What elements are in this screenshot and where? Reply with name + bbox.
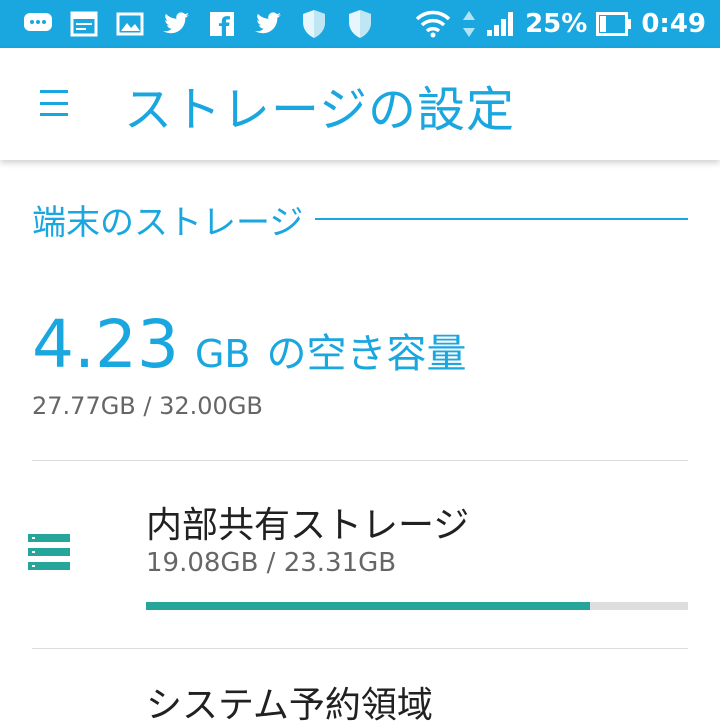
battery-icon <box>595 8 633 40</box>
shield-icon <box>298 8 330 40</box>
used-total: 27.77GB / 32.00GB <box>32 392 263 420</box>
data-activity-icon <box>461 8 477 40</box>
storage-usage-bar-fill <box>146 602 590 610</box>
free-space-number: 4.23 <box>32 306 179 383</box>
twitter-icon <box>252 8 284 40</box>
divider <box>32 648 688 649</box>
storage-item-internal[interactable]: 内部共有ストレージ 19.08GB / 23.31GB <box>0 462 720 648</box>
calendar-icon <box>68 8 100 40</box>
chat-bubble-icon <box>22 8 54 40</box>
free-space-summary: 4.23 GB の空き容量 <box>32 306 467 383</box>
signal-icon <box>485 8 517 40</box>
page-title: ストレージの設定 <box>124 82 516 138</box>
storage-icon <box>28 534 70 570</box>
storage-item-usage: 19.08GB / 23.31GB <box>146 548 397 578</box>
status-bar: 25% 0:49 <box>0 0 720 48</box>
storage-item-title: 内部共有ストレージ <box>146 505 470 546</box>
storage-usage-bar <box>146 602 688 610</box>
section-header: 端末のストレージ <box>32 196 688 243</box>
section-divider <box>315 218 688 220</box>
notification-icons <box>0 8 376 40</box>
free-space-label: の空き容量 <box>266 331 467 377</box>
free-space-unit: GB <box>194 332 251 376</box>
facebook-icon <box>206 8 238 40</box>
app-bar: ストレージの設定 <box>0 48 720 160</box>
storage-item-system-title[interactable]: システム予約領域 <box>146 676 433 728</box>
section-title: 端末のストレージ <box>32 202 304 243</box>
menu-icon[interactable] <box>40 86 74 120</box>
battery-percent: 25% <box>525 9 588 39</box>
wifi-icon <box>413 8 453 40</box>
clock: 0:49 <box>641 9 706 39</box>
image-icon <box>114 8 146 40</box>
divider <box>32 460 688 461</box>
system-status: 25% 0:49 <box>413 0 706 48</box>
shield-icon <box>344 8 376 40</box>
twitter-icon <box>160 8 192 40</box>
